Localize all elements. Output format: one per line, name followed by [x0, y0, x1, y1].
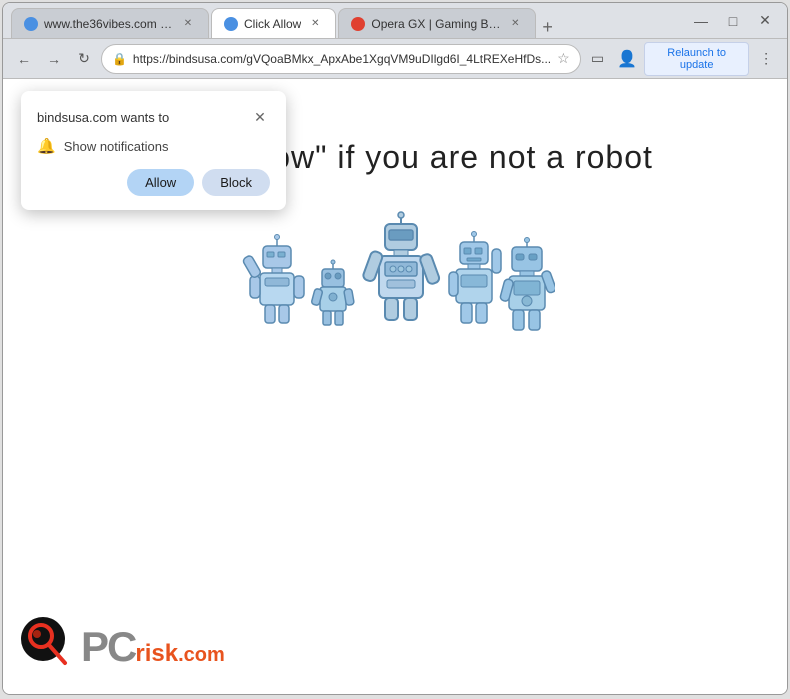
robots-svg: [235, 206, 555, 366]
popup-title: bindsusa.com wants to: [37, 110, 169, 125]
tab-3-favicon: [351, 17, 365, 31]
tabs-area: www.the36vibes.com | 521: ✕ Click Allow …: [11, 3, 679, 38]
tab-3-label: Opera GX | Gaming Browse...: [371, 17, 501, 31]
tab-3[interactable]: Opera GX | Gaming Browse... ✕: [338, 8, 536, 38]
notification-popup: bindsusa.com wants to ✕ 🔔 Show notificat…: [21, 91, 286, 210]
pcrisk-icon: [21, 617, 75, 676]
star-icon: ☆: [557, 50, 570, 67]
bell-icon: 🔔: [37, 137, 56, 155]
tab-1-label: www.the36vibes.com | 521:: [44, 17, 174, 31]
block-button[interactable]: Block: [202, 169, 270, 196]
tab-2[interactable]: Click Allow ✕: [211, 8, 336, 38]
profile-icon: 👤: [617, 49, 637, 69]
pcrisk-dotcom: .com: [178, 644, 225, 667]
new-tab-button[interactable]: +: [538, 17, 557, 38]
tab-2-close[interactable]: ✕: [307, 16, 323, 32]
forward-button[interactable]: →: [41, 45, 67, 73]
address-bar-row: ← → ↻ 🔒 https://bindsusa.com/gVQoaBMkx_A…: [3, 39, 787, 79]
notification-label: Show notifications: [64, 139, 169, 154]
menu-icon: ⋮: [759, 50, 773, 67]
window-controls: — □ ✕: [687, 7, 779, 35]
title-bar: www.the36vibes.com | 521: ✕ Click Allow …: [3, 3, 787, 39]
tab-2-favicon: [224, 17, 238, 31]
back-button[interactable]: ←: [11, 45, 37, 73]
new-tab-icon: +: [542, 17, 553, 38]
browser-window: www.the36vibes.com | 521: ✕ Click Allow …: [2, 2, 788, 695]
sidebar-icon-button[interactable]: ▭: [585, 45, 611, 73]
allow-button[interactable]: Allow: [127, 169, 194, 196]
robots-illustration: [235, 206, 555, 366]
profile-button[interactable]: 👤: [614, 45, 640, 73]
close-button[interactable]: ✕: [751, 7, 779, 35]
sidebar-icon: ▭: [591, 50, 604, 67]
page-content: bindsusa.com wants to ✕ 🔔 Show notificat…: [3, 79, 787, 694]
address-field[interactable]: 🔒 https://bindsusa.com/gVQoaBMkx_ApxAbe1…: [101, 44, 581, 74]
popup-header: bindsusa.com wants to ✕: [37, 107, 270, 127]
maximize-button[interactable]: □: [719, 7, 747, 35]
lock-icon: 🔒: [112, 52, 127, 66]
pcrisk-risk: risk: [135, 640, 178, 668]
address-text: https://bindsusa.com/gVQoaBMkx_ApxAbe1Xg…: [133, 52, 551, 66]
popup-notification-row: 🔔 Show notifications: [37, 137, 270, 155]
pcrisk-brand: PC risk .com: [81, 623, 225, 671]
toolbar-actions: ▭ 👤 Relaunch to update ⋮: [585, 42, 779, 76]
tab-3-close[interactable]: ✕: [507, 16, 523, 32]
popup-buttons: Allow Block: [37, 169, 270, 196]
relaunch-button[interactable]: Relaunch to update: [644, 42, 749, 76]
popup-close-button[interactable]: ✕: [250, 107, 270, 127]
menu-button[interactable]: ⋮: [753, 45, 779, 73]
pcrisk-watermark: PC risk .com: [21, 617, 225, 676]
tab-1-favicon: [24, 17, 38, 31]
tab-2-label: Click Allow: [244, 17, 301, 31]
tab-1-close[interactable]: ✕: [180, 16, 196, 32]
tab-1[interactable]: www.the36vibes.com | 521: ✕: [11, 8, 209, 38]
reload-button[interactable]: ↻: [71, 45, 97, 73]
minimize-button[interactable]: —: [687, 7, 715, 35]
pcrisk-pc: PC: [81, 623, 135, 671]
